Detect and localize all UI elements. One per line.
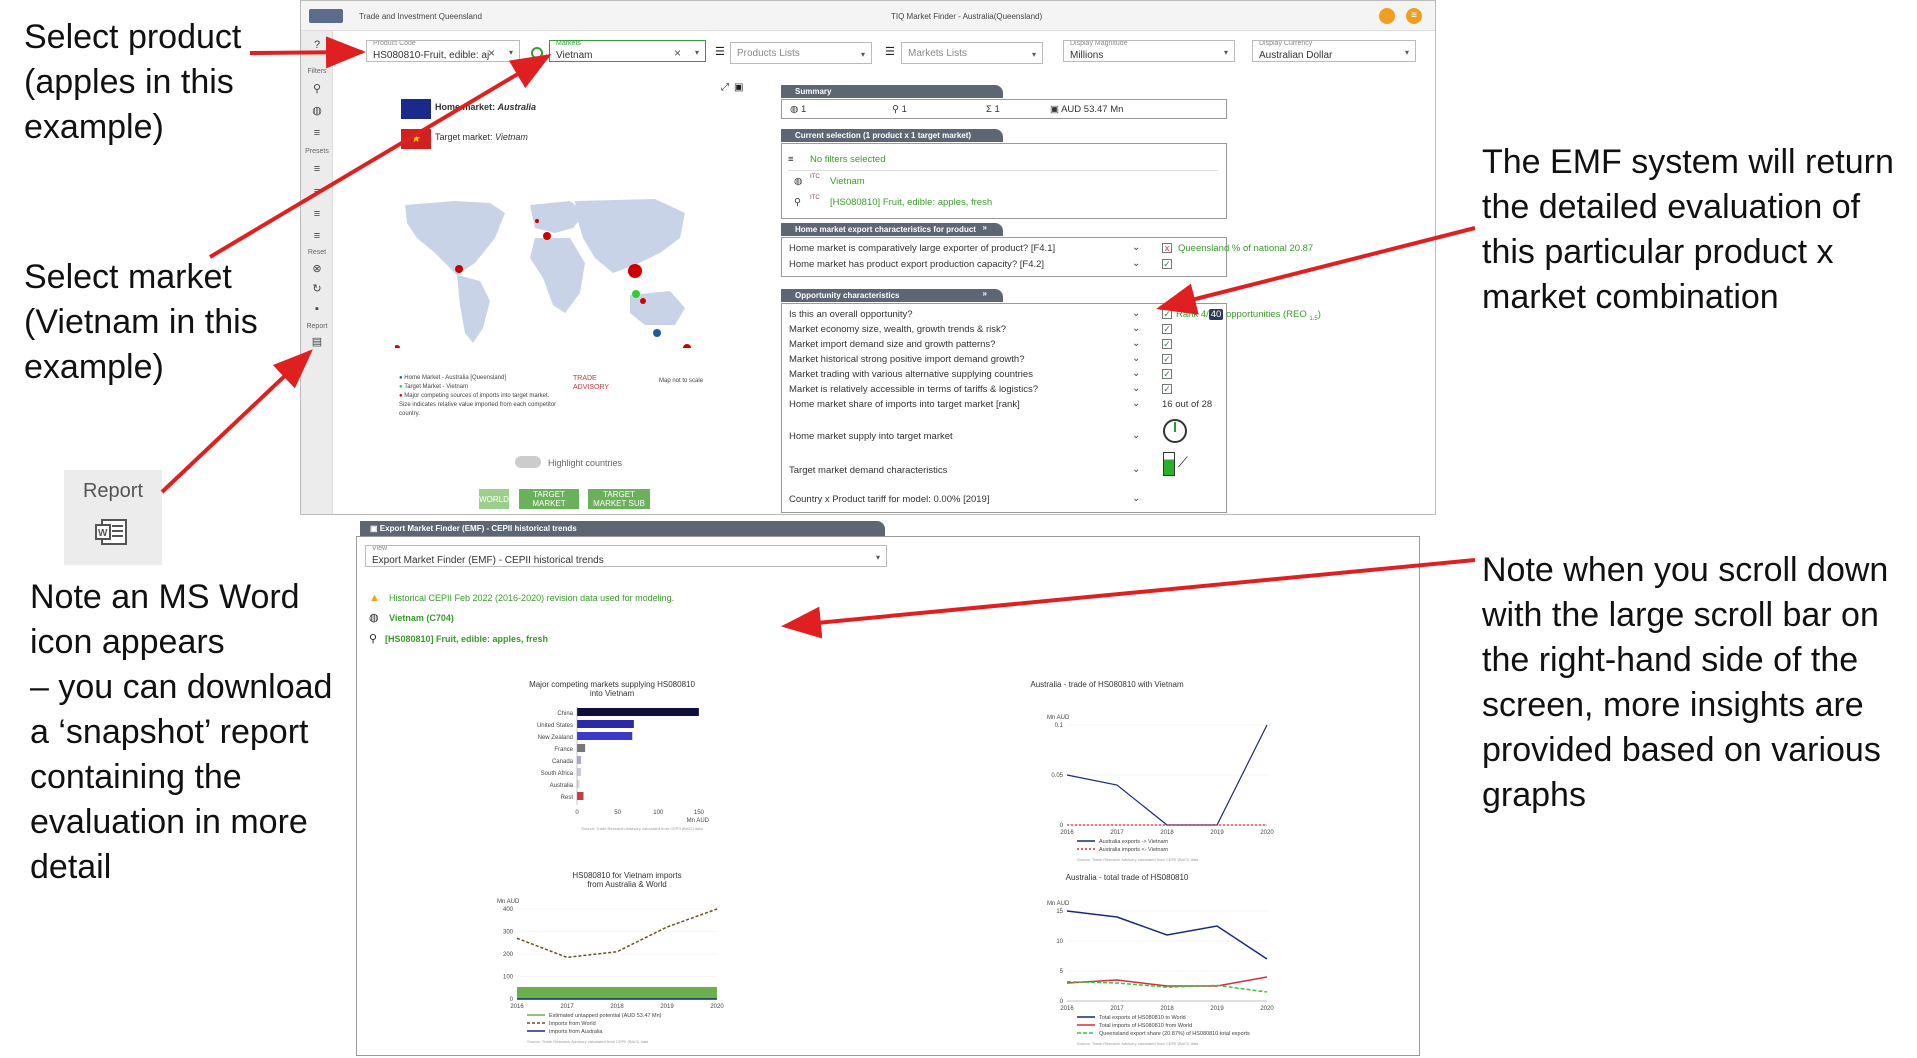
annotation-arrows [160,36,1476,639]
arrow-report [160,349,313,494]
arrow-emf [1156,226,1476,315]
arrow-market [208,53,552,259]
arrow-product [249,36,366,69]
arrow-scroll [781,558,1476,639]
